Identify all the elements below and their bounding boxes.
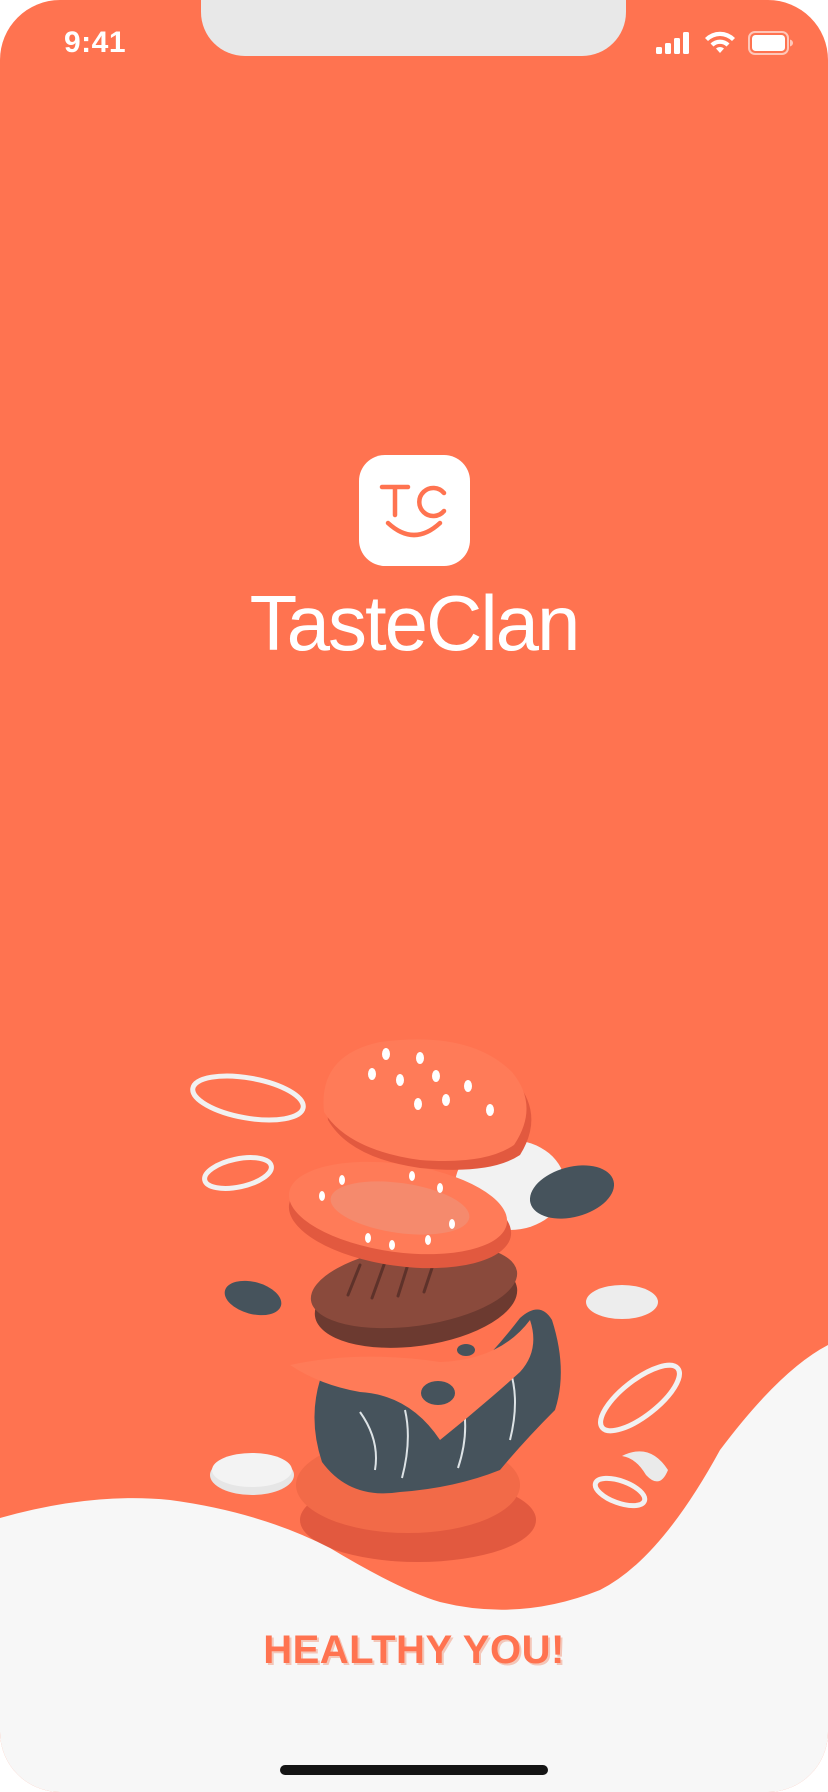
status-icons [656,30,794,56]
device-notch [201,0,626,56]
cellular-signal-icon [656,32,689,54]
battery-icon [748,31,793,55]
app-logo [358,455,470,566]
tc-logo-icon [379,484,447,537]
wifi-icon [705,31,735,53]
status-time: 9:41 [64,26,127,59]
home-indicator[interactable] [280,1765,548,1775]
tagline: HEALTHY YOU! [263,1628,565,1672]
logo-block: TasteClan [0,455,828,669]
brand-name: TasteClan [249,579,581,667]
splash-screen: 9:41 TasteClan HEALTHY YOU! [0,0,828,1792]
bottom-wave [0,1345,828,1792]
